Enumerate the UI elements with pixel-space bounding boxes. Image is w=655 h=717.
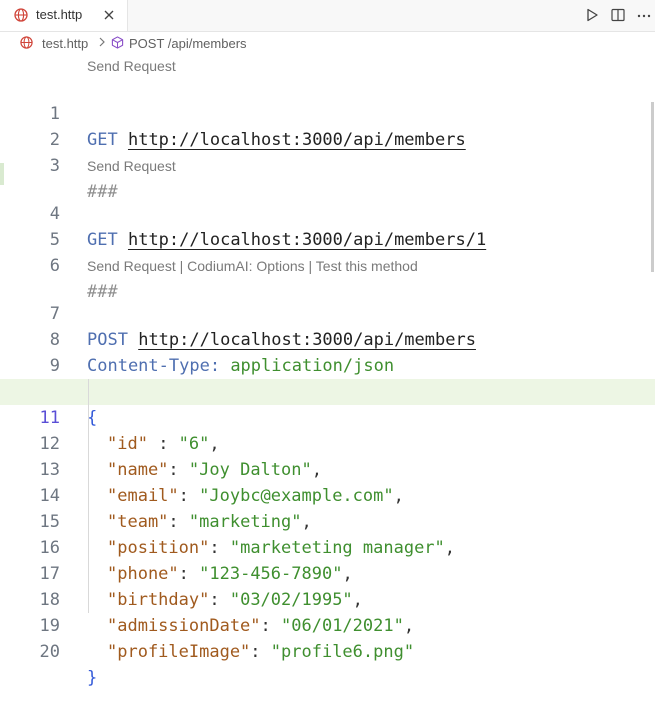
chevron-right-icon — [99, 37, 105, 47]
json-value: "profile6.png" — [270, 642, 415, 662]
code-line[interactable]: 5 — [0, 201, 655, 250]
code-line[interactable]: 10 { — [0, 353, 655, 428]
code-line[interactable]: 6 ### — [0, 227, 655, 302]
code-line[interactable]: 14 "team": "marketing", — [0, 457, 655, 532]
globe-icon — [20, 36, 33, 49]
line-number: 20 — [39, 642, 60, 662]
editor-tab-test-http[interactable]: test.http — [0, 0, 128, 31]
code-line[interactable]: 3 ### — [0, 127, 655, 202]
code-line[interactable]: 9 — [0, 327, 655, 376]
json-close-brace: } — [87, 668, 98, 688]
code-line[interactable]: 16 "phone": "123-456-7890", — [0, 509, 655, 584]
globe-icon — [14, 8, 28, 22]
code-line[interactable]: 20 } — [0, 613, 655, 688]
code-line-current[interactable]: 11 "id" : "6", — [0, 379, 655, 454]
code-line[interactable]: 18 "admissionDate": "06/01/2021", — [0, 561, 655, 636]
json-colon: : — [250, 642, 271, 662]
breadcrumb-file[interactable]: test.http — [42, 36, 88, 51]
code-line[interactable]: 2 — [0, 101, 655, 150]
code-editor[interactable]: Send Request 1 GET http://localhost:3000… — [0, 54, 655, 688]
codelens-send-request[interactable]: Send Request — [87, 57, 176, 75]
codelens-send-request[interactable]: Send Request — [87, 157, 176, 175]
split-editor-icon[interactable] — [610, 7, 626, 23]
breadcrumb: test.http POST /api/members — [0, 32, 655, 54]
codelens-send-request-options[interactable]: Send Request | CodiumAI: Options | Test … — [87, 257, 418, 275]
json-key: "profileImage" — [107, 642, 251, 662]
editor-tab-bar: test.http — [0, 0, 655, 32]
code-line[interactable]: 4 GET http://localhost:3000/api/members/… — [0, 175, 655, 250]
code-line[interactable]: 7 POST http://localhost:3000/api/members — [0, 275, 655, 350]
close-icon[interactable] — [102, 8, 116, 22]
play-icon[interactable] — [584, 7, 600, 23]
code-line[interactable]: 19 "profileImage": "profile6.png" — [0, 587, 655, 662]
indent-guide — [88, 379, 89, 613]
code-line[interactable]: 17 "birthday": "03/02/1995", — [0, 535, 655, 610]
cube-icon — [111, 36, 124, 49]
code-line[interactable]: 12 "name": "Joy Dalton", — [0, 405, 655, 480]
gutter-change-marker — [0, 163, 4, 185]
code-line[interactable]: 13 "email": "Joybc@example.com", — [0, 431, 655, 506]
scrollbar[interactable] — [651, 102, 654, 272]
more-actions-icon[interactable] — [636, 7, 652, 23]
tab-label: test.http — [36, 7, 83, 22]
code-line[interactable]: 1 GET http://localhost:3000/api/members — [0, 75, 655, 150]
code-line[interactable]: 15 "position": "marketeting manager", — [0, 483, 655, 558]
breadcrumb-method[interactable]: POST /api/members — [129, 36, 247, 51]
code-line[interactable]: 8 Content-Type: application/json — [0, 301, 655, 376]
